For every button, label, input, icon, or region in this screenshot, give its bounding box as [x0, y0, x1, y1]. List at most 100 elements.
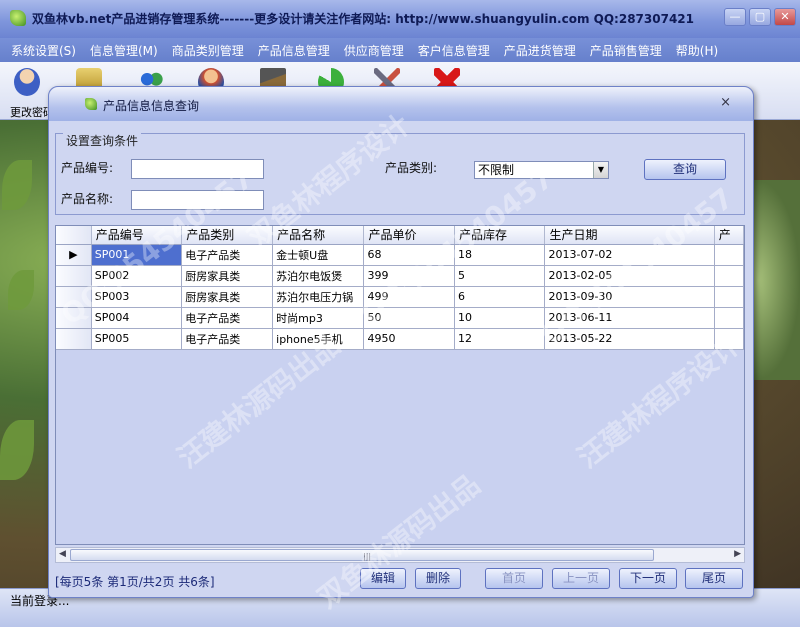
grip-icon: ||| — [363, 552, 372, 561]
column-header-extra[interactable]: 产 — [714, 226, 744, 245]
grid-header-row: 产品编号 产品类别 产品名称 产品单价 产品库存 生产日期 产 — [56, 226, 744, 245]
column-header-price[interactable]: 产品单价 — [363, 226, 455, 245]
cell-price[interactable]: 4950 — [363, 328, 455, 350]
cell-price[interactable]: 499 — [363, 286, 455, 308]
table-row[interactable]: SP005 电子产品类 iphone5手机 4950 12 2013-05-22 — [56, 328, 744, 350]
product-query-window: 产品信息信息查询 × 设置查询条件 产品编号: 产品名称: 产品类别: 不限制 … — [48, 86, 754, 598]
row-header[interactable] — [56, 328, 92, 350]
cell-code[interactable]: SP003 — [91, 286, 183, 308]
menu-bar: 系统设置(S) 信息管理(M) 商品类别管理 产品信息管理 供应商管理 客户信息… — [0, 38, 800, 62]
product-grid[interactable]: 产品编号 产品类别 产品名称 产品单价 产品库存 生产日期 产 ▶ SP001 … — [55, 225, 745, 545]
menu-help[interactable]: 帮助(H) — [669, 42, 725, 59]
cell-code[interactable]: SP001 — [91, 244, 183, 266]
menu-purchase-management[interactable]: 产品进货管理 — [497, 42, 583, 59]
close-button[interactable]: ✕ — [774, 8, 796, 26]
cell-price[interactable]: 68 — [363, 244, 455, 266]
menu-info-management[interactable]: 信息管理(M) — [83, 42, 165, 59]
cell-code[interactable]: SP002 — [91, 265, 183, 287]
cell-extra[interactable] — [714, 328, 744, 350]
menu-product-management[interactable]: 产品信息管理 — [251, 42, 337, 59]
cell-stock[interactable]: 18 — [454, 244, 546, 266]
cell-price[interactable]: 399 — [363, 265, 455, 287]
scrollbar-thumb[interactable]: ||| — [70, 549, 654, 561]
cell-category[interactable]: 电子产品类 — [181, 244, 274, 266]
cell-date[interactable]: 2013-09-30 — [544, 286, 715, 308]
cell-extra[interactable] — [714, 244, 744, 266]
row-header-corner — [56, 226, 92, 245]
chevron-down-icon[interactable]: ▼ — [593, 162, 608, 178]
product-category-select[interactable]: 不限制 ▼ — [474, 161, 609, 179]
current-row-marker[interactable]: ▶ — [56, 244, 92, 266]
menu-customer-management[interactable]: 客户信息管理 — [411, 42, 497, 59]
main-window-title: 双鱼林vb.net产品进销存管理系统-------更多设计请关注作者网站: ht… — [32, 12, 694, 26]
row-header[interactable] — [56, 265, 92, 287]
prev-page-button[interactable]: 上一页 — [552, 568, 610, 589]
cell-date[interactable]: 2013-07-02 — [544, 244, 715, 266]
menu-system-settings[interactable]: 系统设置(S) — [4, 42, 83, 59]
app-fish-icon — [10, 10, 26, 26]
cell-stock[interactable]: 12 — [454, 328, 546, 350]
cell-category[interactable]: 厨房家具类 — [181, 265, 274, 287]
horizontal-scrollbar[interactable]: ◀ ||| ▶ — [55, 547, 745, 563]
query-button[interactable]: 查询 — [644, 159, 726, 180]
product-code-input[interactable] — [131, 159, 264, 179]
table-row[interactable]: SP004 电子产品类 时尚mp3 50 10 2013-06-11 — [56, 307, 744, 329]
scroll-left-icon[interactable]: ◀ — [59, 549, 66, 559]
pager-info: [每页5条 第1页/共2页 共6条] — [55, 575, 215, 589]
cell-category[interactable]: 电子产品类 — [181, 328, 274, 350]
cell-price[interactable]: 50 — [363, 307, 455, 329]
cell-stock[interactable]: 10 — [454, 307, 546, 329]
dialog-title-bar[interactable]: 产品信息信息查询 × — [49, 87, 753, 121]
product-category-value: 不限制 — [478, 163, 515, 177]
cell-stock[interactable]: 5 — [454, 265, 546, 287]
cell-date[interactable]: 2013-06-11 — [544, 307, 715, 329]
delete-button[interactable]: 删除 — [415, 568, 461, 589]
product-name-label: 产品名称: — [61, 192, 114, 206]
cell-category[interactable]: 厨房家具类 — [181, 286, 274, 308]
product-category-label: 产品类别: — [385, 161, 438, 175]
query-conditions-legend: 设置查询条件 — [63, 132, 142, 149]
cell-extra[interactable] — [714, 286, 744, 308]
cell-name[interactable]: 苏泊尔电压力锅 — [272, 286, 365, 308]
next-page-button[interactable]: 下一页 — [619, 568, 677, 589]
column-header-code[interactable]: 产品编号 — [91, 226, 183, 245]
menu-supplier-management[interactable]: 供应商管理 — [337, 42, 411, 59]
row-header[interactable] — [56, 307, 92, 329]
row-header[interactable] — [56, 286, 92, 308]
table-row[interactable]: SP002 厨房家具类 苏泊尔电饭煲 399 5 2013-02-05 — [56, 265, 744, 287]
edit-button[interactable]: 编辑 — [360, 568, 406, 589]
cell-category[interactable]: 电子产品类 — [181, 307, 274, 329]
cell-extra[interactable] — [714, 307, 744, 329]
product-name-input[interactable] — [131, 190, 264, 210]
maximize-button[interactable]: ▢ — [749, 8, 771, 26]
column-header-date[interactable]: 生产日期 — [544, 226, 715, 245]
cell-stock[interactable]: 6 — [454, 286, 546, 308]
cell-name[interactable]: 时尚mp3 — [272, 307, 365, 329]
cell-extra[interactable] — [714, 265, 744, 287]
cell-date[interactable]: 2013-05-22 — [544, 328, 715, 350]
scroll-right-icon[interactable]: ▶ — [734, 549, 741, 559]
user-icon — [14, 68, 40, 96]
column-header-stock[interactable]: 产品库存 — [454, 226, 546, 245]
menu-sales-management[interactable]: 产品销售管理 — [583, 42, 669, 59]
product-code-label: 产品编号: — [61, 161, 114, 175]
column-header-name[interactable]: 产品名称 — [272, 226, 365, 245]
cell-code[interactable]: SP004 — [91, 307, 183, 329]
dialog-close-button[interactable]: × — [720, 95, 731, 110]
first-page-button[interactable]: 首页 — [485, 568, 543, 589]
dialog-title: 产品信息信息查询 — [103, 99, 200, 113]
minimize-button[interactable]: — — [724, 8, 746, 26]
cell-name[interactable]: 苏泊尔电饭煲 — [272, 265, 365, 287]
cell-date[interactable]: 2013-02-05 — [544, 265, 715, 287]
leaf-decoration — [0, 420, 34, 480]
cell-name[interactable]: iphone5手机 — [272, 328, 365, 350]
change-password-tool[interactable] — [8, 66, 44, 100]
table-row[interactable]: ▶ SP001 电子产品类 金士顿U盘 68 18 2013-07-02 — [56, 244, 744, 266]
table-row[interactable]: SP003 厨房家具类 苏泊尔电压力锅 499 6 2013-09-30 — [56, 286, 744, 308]
column-header-category[interactable]: 产品类别 — [181, 226, 274, 245]
cell-name[interactable]: 金士顿U盘 — [272, 244, 365, 266]
last-page-button[interactable]: 尾页 — [685, 568, 743, 589]
cell-code[interactable]: SP005 — [91, 328, 183, 350]
leaf-decoration — [2, 160, 32, 210]
menu-category-management[interactable]: 商品类别管理 — [165, 42, 251, 59]
